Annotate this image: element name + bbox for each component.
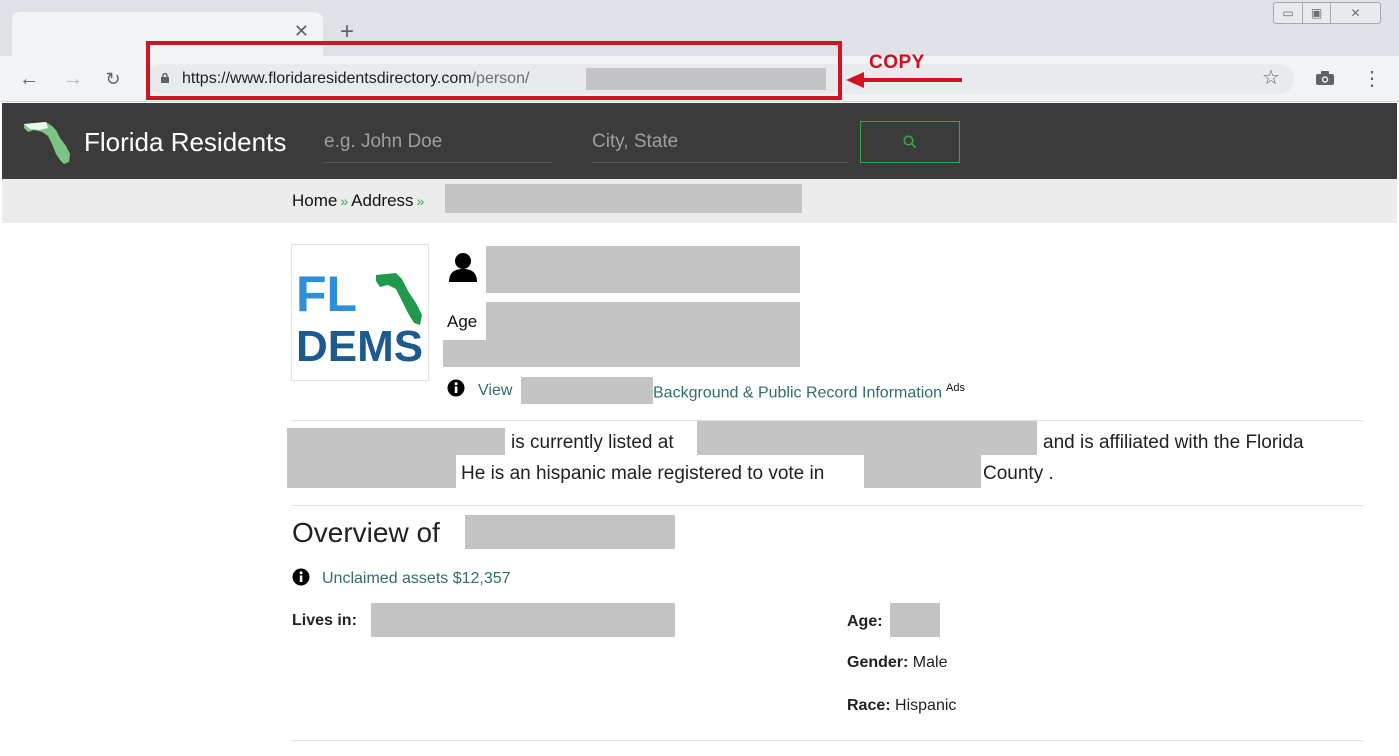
summary-affiliated: and is affiliated with the Florida (1043, 432, 1304, 453)
bookmark-star-icon[interactable]: ☆ (1262, 68, 1280, 88)
fl-dems-logo: FL DEMS (291, 244, 429, 381)
copy-annotation-label: COPY (869, 52, 925, 73)
breadcrumb-separator: » (416, 193, 425, 209)
florida-map-logo-icon[interactable] (22, 118, 74, 166)
background-record-text: Background & Public Record Information (653, 384, 943, 402)
gender-key: Gender: (847, 654, 909, 671)
site-navbar: Florida Residents e.g. John Doe City, St… (2, 103, 1397, 179)
breadcrumb-home[interactable]: Home (292, 191, 337, 210)
age-value-redaction (890, 603, 940, 637)
logo-fl-text: FL (296, 266, 357, 322)
race-field: Race: Hispanic (847, 697, 956, 715)
breadcrumb-separator: » (340, 193, 349, 209)
back-arrow-icon[interactable]: ← (14, 64, 44, 94)
summary-county-redaction (864, 455, 981, 488)
breadcrumb: Home» Address» (292, 191, 427, 211)
reload-icon[interactable]: ↻ (98, 64, 128, 94)
summary-name-redaction (287, 428, 505, 455)
logo-dems-text: DEMS (296, 322, 423, 371)
window-controls: ▭ ▣ ✕ (1273, 2, 1381, 24)
forward-arrow-icon[interactable]: → (58, 64, 88, 94)
site-title[interactable]: Florida Residents (84, 127, 286, 158)
fl-dems-logo-graphic: FL DEMS (296, 266, 423, 371)
summary-registered: He is an hispanic male registered to vot… (461, 463, 825, 484)
divider (291, 505, 1363, 506)
lives-in-redaction (371, 603, 675, 637)
overview-name-redaction (465, 515, 675, 549)
name-search-input[interactable]: e.g. John Doe (324, 123, 552, 163)
search-icon (903, 135, 917, 149)
name-redaction (486, 246, 800, 293)
summary-listed-at: is currently listed at (511, 432, 674, 453)
view-link[interactable]: View (478, 382, 512, 400)
location-search-input[interactable]: City, State (592, 123, 848, 163)
ads-label: Ads (946, 382, 966, 394)
gender-field: Gender: Male (847, 654, 947, 672)
age-redaction (486, 302, 800, 340)
camera-icon[interactable] (1316, 71, 1334, 85)
divider (291, 740, 1363, 741)
gender-value: Male (912, 654, 948, 671)
lives-in-key: Lives in: (292, 612, 357, 629)
person-icon (449, 253, 477, 282)
breadcrumb-bar: Home» Address» (2, 179, 1397, 223)
minimize-icon[interactable]: ▭ (1274, 3, 1302, 23)
age-field: Age: (847, 613, 883, 631)
summary-party-redaction (287, 455, 456, 488)
background-record-link[interactable]: Background & Public Record Information Ad… (653, 382, 965, 402)
tab-close-icon[interactable]: ✕ (294, 22, 309, 40)
breadcrumb-address[interactable]: Address (351, 191, 413, 210)
summary-address-redaction (697, 421, 1037, 455)
annotation-arrow-icon (846, 72, 962, 88)
florida-shape-icon (376, 273, 422, 325)
lives-in-label: Lives in: (292, 612, 357, 630)
view-name-redaction (521, 377, 653, 404)
close-window-icon[interactable]: ✕ (1330, 3, 1380, 23)
info-icon (447, 379, 465, 397)
menu-kebab-icon[interactable]: ⋮ (1362, 69, 1382, 89)
race-key: Race: (847, 697, 891, 714)
age-key: Age: (847, 613, 883, 630)
breadcrumb-redaction (445, 184, 802, 213)
search-button[interactable] (860, 121, 960, 163)
unclaimed-assets-link[interactable]: Unclaimed assets $12,357 (322, 570, 511, 588)
race-value: Hispanic (895, 697, 957, 714)
summary-county: County . (983, 463, 1054, 484)
age-label: Age (447, 312, 478, 331)
url-highlight-box (146, 41, 842, 100)
overview-heading: Overview of (292, 517, 440, 548)
address-redaction (443, 340, 800, 367)
maximize-icon[interactable]: ▣ (1302, 3, 1330, 23)
info-icon (292, 568, 310, 586)
